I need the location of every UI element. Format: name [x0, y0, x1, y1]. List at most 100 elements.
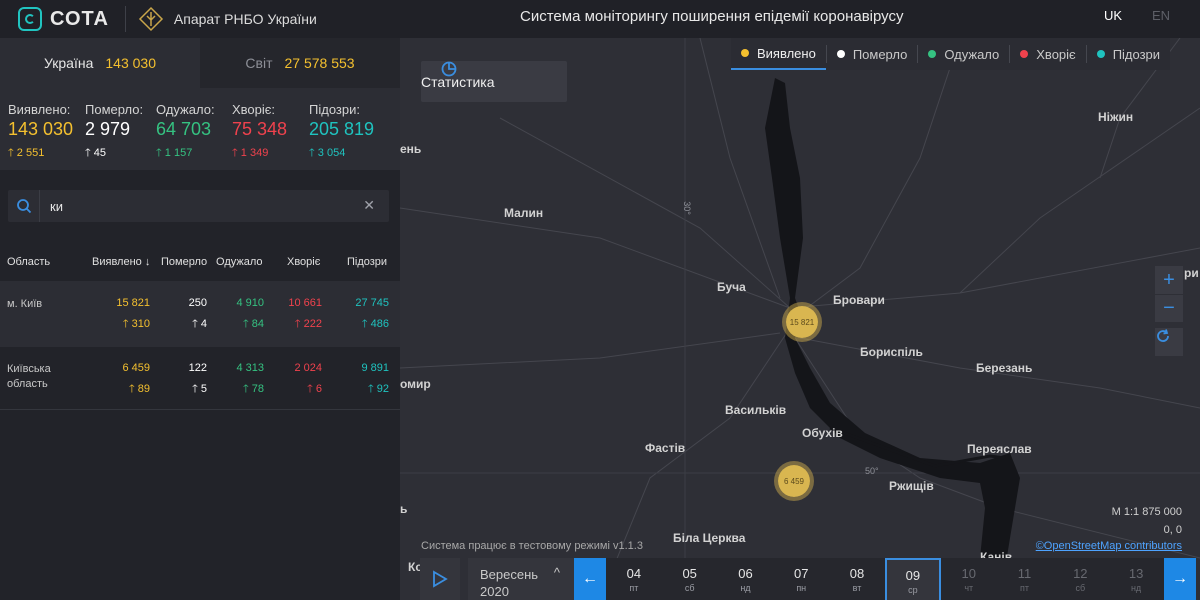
map-label: Ніжин	[1098, 110, 1134, 124]
stat-delta: 🡑 1 349	[232, 144, 309, 163]
divider	[124, 6, 126, 32]
logo[interactable]: СОТА	[18, 7, 109, 31]
legend-label: Підозри	[1112, 46, 1161, 62]
map[interactable]: Ніжин Малин ень Буча Бровари Бориспіль Б…	[400, 38, 1200, 600]
map-label: Ржищів	[889, 479, 934, 493]
delta: 🡑 486	[355, 315, 389, 334]
sort-down-icon: ↓	[144, 256, 151, 268]
arrow-up-icon: 🡑	[307, 383, 313, 395]
day-item[interactable]: 04 пт	[606, 558, 662, 600]
lang-en-button[interactable]: EN	[1152, 8, 1170, 23]
stat-value: 75 348	[232, 119, 288, 139]
legend-detected[interactable]: Виявлено	[731, 38, 826, 70]
stat-label: Одужало:	[156, 102, 215, 117]
summary-stats: Виявлено: 143 030 🡑 2 551 Померло: 2 979…	[0, 88, 400, 170]
map-label: Біла Церква	[673, 531, 746, 545]
arrow-right-icon: →	[1172, 570, 1188, 587]
search-icon[interactable]	[8, 190, 40, 222]
legend-sick[interactable]: Хворіє	[1010, 38, 1085, 70]
lang-uk-button[interactable]: UK	[1104, 8, 1122, 23]
day-item[interactable]: 10 чт	[941, 558, 997, 600]
delta-value: 310	[131, 318, 150, 330]
prev-day-button[interactable]: ←	[574, 558, 606, 600]
day-weekday: нд	[1130, 583, 1142, 593]
day-item[interactable]: 08 вт	[829, 558, 885, 600]
tab-ukraine[interactable]: Україна 143 030	[0, 38, 200, 88]
col-detected[interactable]: Виявлено ↓	[92, 256, 150, 268]
app-title: Система моніторингу поширення епідемії к…	[520, 8, 904, 25]
col-region[interactable]: Область	[7, 256, 50, 268]
logo-text: СОТА	[50, 7, 109, 30]
legend-label: Одужало	[944, 46, 1000, 62]
search-box: ✕	[8, 190, 389, 222]
region-name: м. Київ	[7, 298, 43, 310]
arrow-up-icon: 🡑	[128, 383, 135, 395]
cluster-marker-kyiv-oblast[interactable]: 6 459	[774, 461, 814, 501]
next-day-button[interactable]: →	[1164, 558, 1196, 600]
sidebar: Україна 143 030 Світ 27 578 553 Виявлено…	[0, 38, 400, 600]
day-item-selected[interactable]: 09 ср	[884, 558, 941, 600]
legend-recovered[interactable]: Одужало	[918, 38, 1009, 70]
day-item[interactable]: 06 нд	[718, 558, 774, 600]
stat-value: 2 979	[85, 119, 131, 139]
delta-value: 78	[251, 383, 264, 395]
map-label: Обухів	[802, 426, 843, 440]
clear-icon[interactable]: ✕	[363, 197, 375, 214]
org-name: Апарат РНБО України	[173, 11, 317, 27]
day-number: 12	[1073, 566, 1088, 581]
day-weekday: пт	[629, 583, 639, 593]
delta: 🡑 84	[236, 315, 264, 334]
cluster-marker-kyiv[interactable]: 15 821	[782, 302, 822, 342]
legend-suspected[interactable]: Підозри	[1087, 38, 1170, 70]
col-dead[interactable]: Померло	[161, 256, 207, 268]
delta-value: 84	[251, 318, 264, 330]
col-recovered[interactable]: Одужало	[216, 256, 263, 268]
table-row[interactable]: м. Київ 15 821 🡑 310 250 🡑 4 4 910 🡑 84 10 …	[0, 281, 400, 347]
map-label: Березань	[976, 361, 1033, 375]
day-number: 06	[738, 566, 753, 581]
month-selector[interactable]: Вересень 2020 ^	[468, 558, 574, 600]
day-item[interactable]: 11 пт	[997, 558, 1053, 600]
table-row[interactable]: Київська область 6 459 🡑 89 122 🡑 5 4 313 🡑…	[0, 347, 400, 410]
delta-value: 92	[376, 383, 389, 395]
stat-delta: 🡑 3 054	[309, 144, 386, 163]
osm-attribution-link[interactable]: ©OpenStreetMap contributors	[1036, 540, 1182, 552]
map-label: ри	[1184, 266, 1199, 280]
chevron-up-icon: ^	[553, 565, 560, 580]
map-label: Буча	[717, 280, 746, 294]
day-number: 08	[849, 566, 865, 581]
value: 4 910	[236, 297, 264, 309]
zoom-out-button[interactable]: −	[1155, 294, 1183, 322]
map-coords: 0, 0	[1163, 524, 1182, 536]
delta: 🡑 4	[189, 315, 207, 334]
arrow-up-icon: 🡑	[242, 318, 249, 330]
day-number: 09	[905, 568, 921, 583]
delta-value: 486	[370, 318, 389, 330]
day-item[interactable]: 13 нд	[1108, 558, 1164, 600]
day-item[interactable]: 05 сб	[662, 558, 718, 600]
stat-dead: Померло: 2 979 🡑 45	[85, 102, 156, 170]
stat-value: 205 819	[309, 119, 375, 139]
cell-suspected: 9 891 🡑 92	[361, 362, 389, 399]
statistics-button[interactable]: Статистика	[421, 61, 567, 102]
arrow-up-icon: 🡑	[192, 383, 198, 395]
tab-world-label: Світ	[245, 55, 273, 71]
reset-view-button[interactable]	[1155, 328, 1183, 356]
cell-detected: 15 821 🡑 310	[116, 297, 150, 334]
day-item[interactable]: 12 сб	[1052, 558, 1108, 600]
arrow-up-icon: 🡑	[242, 383, 249, 395]
day-weekday: вт	[852, 583, 862, 593]
search-input[interactable]	[40, 198, 340, 214]
stat-delta: 🡑 1 157	[156, 144, 232, 163]
legend-dead[interactable]: Померло	[827, 38, 918, 70]
play-button[interactable]	[420, 558, 460, 600]
longitude-label: 30°	[681, 201, 692, 215]
statistics-label: Статистика	[421, 73, 495, 90]
tab-world[interactable]: Світ 27 578 553	[200, 38, 400, 88]
col-suspected[interactable]: Підозри	[347, 256, 387, 268]
delta: 🡑 78	[236, 380, 264, 399]
delta-value: 89	[137, 383, 150, 395]
day-item[interactable]: 07 пн	[773, 558, 829, 600]
zoom-in-button[interactable]: +	[1155, 266, 1183, 294]
col-sick[interactable]: Хворіє	[287, 256, 320, 268]
